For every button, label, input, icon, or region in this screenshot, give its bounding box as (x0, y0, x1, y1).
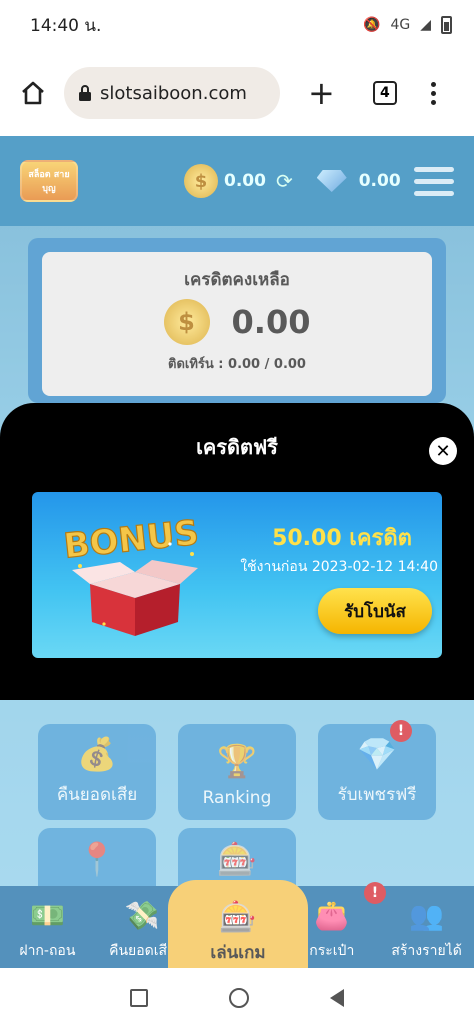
recent-apps-button[interactable] (130, 988, 149, 1007)
status-bar: 14:40 น. 🔕 4G ◢ (0, 0, 474, 50)
network-icon: 4G (390, 17, 411, 33)
close-icon: ✕ (435, 440, 451, 462)
mute-bell-icon: 🔕 (363, 17, 381, 33)
browser-toolbar: slotsaiboon.com + 4 (0, 50, 474, 136)
bonus-card: BONUS 50.00 เครดิต ใช้งานก่อน 2023-02-12… (32, 492, 442, 658)
home-button[interactable] (18, 78, 48, 108)
lock-icon (79, 85, 91, 101)
svg-text:BONUS: BONUS (62, 514, 201, 567)
system-back-button[interactable] (329, 988, 344, 1007)
bonus-amount: 50.00 เครดิต (272, 526, 412, 551)
new-tab-button[interactable]: + (308, 77, 335, 109)
system-nav-bar (0, 968, 474, 1027)
browser-menu-button[interactable] (430, 81, 436, 105)
bonus-expiry: ใช้งานก่อน 2023-02-12 14:40 (240, 559, 438, 575)
battery-icon (441, 16, 452, 34)
home-icon (22, 81, 44, 105)
claim-bonus-button[interactable]: รับโบนัส (318, 588, 432, 634)
signal-icon: ◢ (420, 17, 431, 33)
system-home-button[interactable] (228, 987, 249, 1008)
status-time: 14:40 น. (30, 15, 102, 36)
tab-switcher-button[interactable]: 4 (372, 81, 397, 105)
modal-title: เครดิตฟรี (196, 435, 278, 459)
free-credit-modal: เครดิตฟรี ✕ BONUS 50.00 เครดิต ใช้งานก่อ… (0, 403, 474, 700)
bonus-gift-icon: BONUS (61, 514, 201, 636)
status-icons: 🔕 4G ◢ (363, 16, 452, 34)
close-button[interactable]: ✕ (429, 437, 457, 465)
address-bar[interactable]: slotsaiboon.com (64, 67, 280, 119)
url-text: slotsaiboon.com (100, 82, 247, 104)
